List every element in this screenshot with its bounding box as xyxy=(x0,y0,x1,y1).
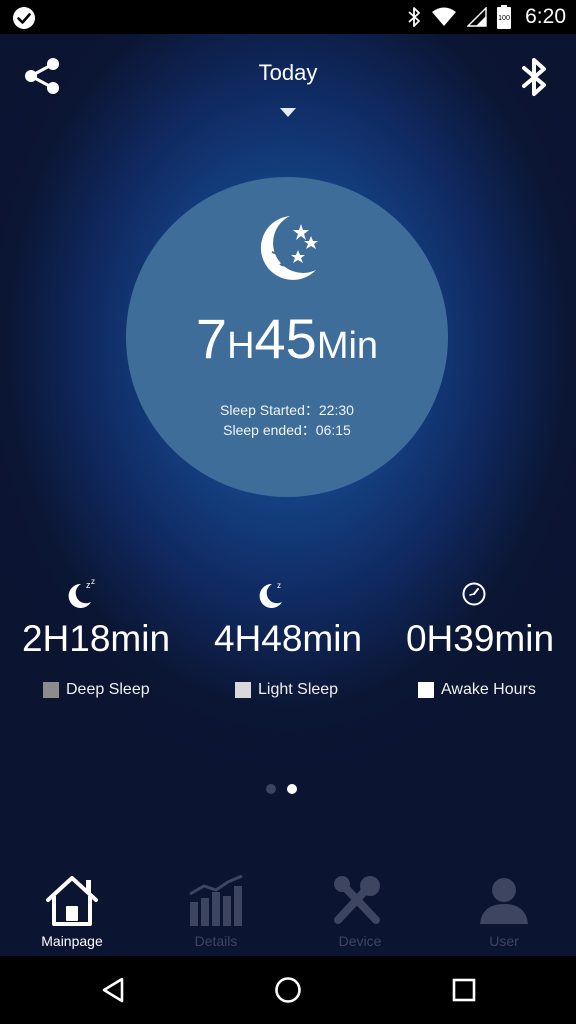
hours-unit: H xyxy=(227,325,255,367)
awake-hours-swatch xyxy=(418,682,434,698)
awake-hours-value: 0H39min xyxy=(405,618,555,659)
sleep-ended: Sleep ended：06:15 xyxy=(126,420,448,440)
deep-sleep-label: Deep Sleep xyxy=(66,681,150,698)
tab-details-label: Details xyxy=(194,933,238,949)
sleep-ended-label: Sleep ended： xyxy=(223,422,316,438)
svg-text:100: 100 xyxy=(498,15,510,22)
sleep-started-label: Sleep Started： xyxy=(220,402,319,418)
page-dot-1[interactable] xyxy=(266,784,276,794)
recents-icon[interactable] xyxy=(452,976,476,1004)
tab-user-label: User xyxy=(489,933,519,949)
legend-awake-hours: Awake Hours xyxy=(418,680,536,700)
light-sleep-label: Light Sleep xyxy=(258,681,339,698)
battery-icon: 100 xyxy=(497,5,512,29)
tab-device[interactable]: Device xyxy=(288,866,432,956)
check-circle-icon xyxy=(13,7,35,29)
light-sleep-value: 4H48min xyxy=(213,618,363,659)
light-sleep-swatch xyxy=(235,682,251,698)
total-minutes: 45 xyxy=(254,307,317,370)
minutes-unit: Min xyxy=(316,325,379,367)
awake-hours-label: Awake Hours xyxy=(441,681,536,698)
tab-mainpage-label: Mainpage xyxy=(41,933,103,949)
bluetooth-icon xyxy=(408,7,421,27)
status-bar: 100 6:20 xyxy=(0,0,576,34)
clock-icon xyxy=(462,582,486,606)
tab-mainpage[interactable]: Mainpage xyxy=(0,866,144,956)
legend-light-sleep: Light Sleep xyxy=(235,680,338,700)
date-title[interactable]: Today xyxy=(0,60,576,86)
back-icon[interactable] xyxy=(100,976,126,1004)
home-icon xyxy=(46,876,98,926)
tools-icon xyxy=(334,876,380,924)
page-dot-2-active[interactable] xyxy=(287,784,297,794)
bottom-tab-bar: Mainpage Details Device User xyxy=(0,866,576,956)
dropdown-arrow-icon[interactable] xyxy=(280,108,296,117)
sleep-ended-value: 06:15 xyxy=(315,422,351,438)
total-sleep-duration: 7H45Min xyxy=(126,306,448,371)
signal-icon xyxy=(467,7,487,27)
sleep-started: Sleep Started：22:30 xyxy=(126,400,448,420)
deep-sleep-swatch xyxy=(43,682,59,698)
user-icon xyxy=(480,878,528,924)
bar-chart-icon xyxy=(189,874,243,926)
tab-user[interactable]: User xyxy=(432,866,576,956)
svg-text:z: z xyxy=(91,578,95,586)
wifi-icon xyxy=(432,7,457,26)
tab-details[interactable]: Details xyxy=(144,866,288,956)
deep-sleep-value: 2H18min xyxy=(21,618,171,659)
status-time: 6:20 xyxy=(525,5,566,28)
total-hours: 7 xyxy=(195,307,228,370)
svg-text:z: z xyxy=(277,581,281,590)
system-nav-bar xyxy=(0,956,576,1024)
page-indicator xyxy=(266,784,297,794)
deep-sleep-moon-icon: z z xyxy=(68,578,95,608)
legend-deep-sleep: Deep Sleep xyxy=(43,680,150,700)
tab-device-label: Device xyxy=(338,933,382,949)
moon-stars-icon xyxy=(260,216,318,280)
bluetooth-icon[interactable] xyxy=(519,56,549,98)
light-sleep-moon-icon: z xyxy=(259,581,282,608)
home-circle-icon[interactable] xyxy=(274,976,302,1004)
sleep-started-value: 22:30 xyxy=(318,402,354,418)
